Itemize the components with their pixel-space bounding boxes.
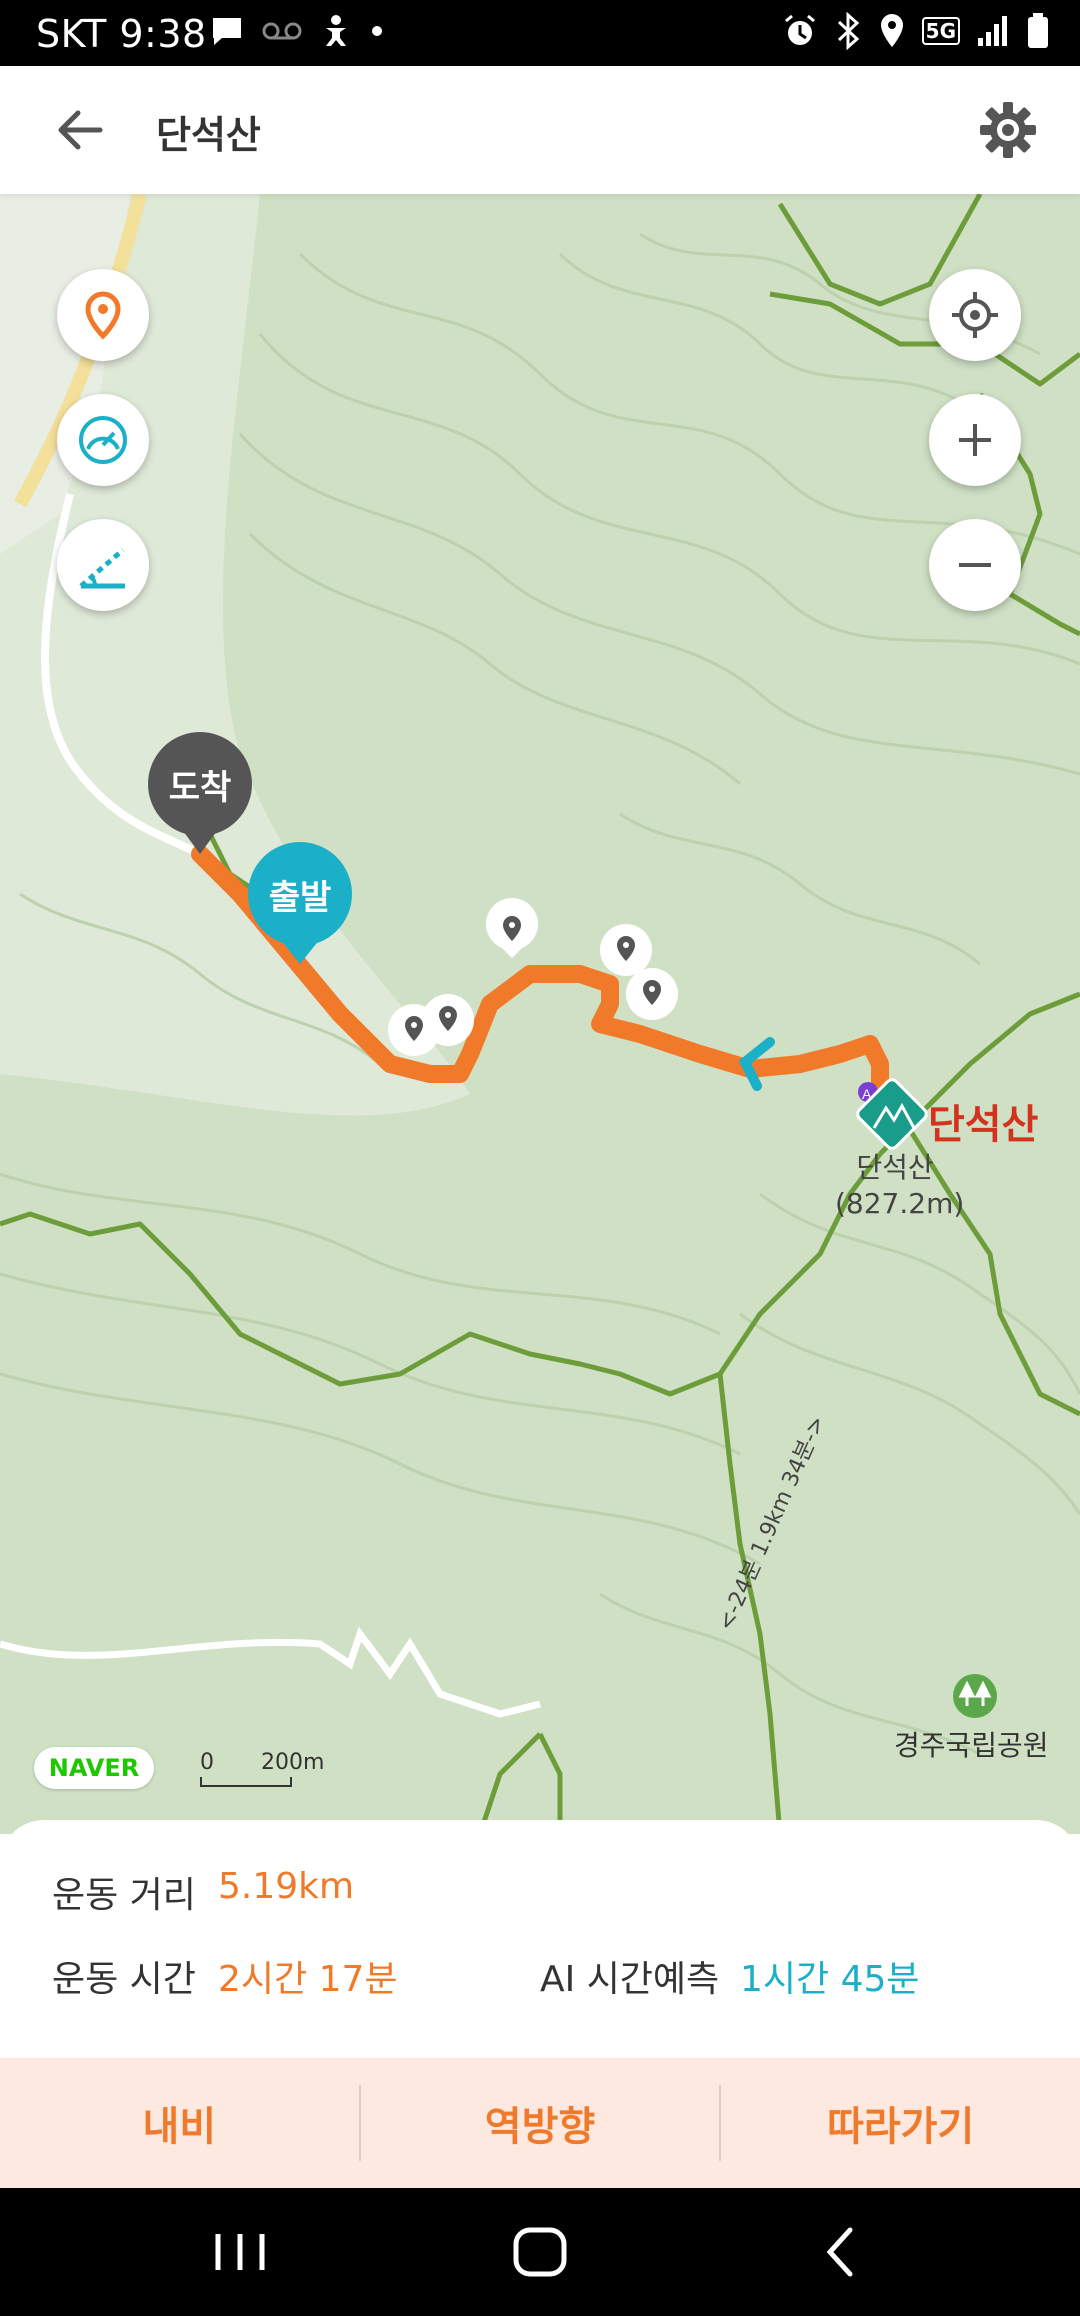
- gear-icon: [980, 102, 1036, 158]
- home-button[interactable]: [500, 2218, 580, 2286]
- 5g-icon: 5G: [921, 17, 960, 45]
- map-terrain: A: [0, 194, 1080, 1834]
- zoom-in-button[interactable]: [929, 394, 1021, 486]
- scale-zero: 0: [200, 1750, 214, 1775]
- time-value: 2시간 17분: [218, 1959, 398, 2000]
- settings-button[interactable]: [976, 98, 1040, 162]
- zoom-out-icon: [959, 563, 991, 567]
- peak-elevation: (827.2m): [835, 1187, 965, 1220]
- battery-icon: [1028, 13, 1048, 48]
- recents-icon: [215, 2234, 265, 2270]
- nav-back-button[interactable]: [800, 2218, 880, 2286]
- stats-panel: 운동 거리 5.19km 운동 시간 2시간 17분 AI 시간예측 1시간 4…: [0, 1820, 1080, 2060]
- dot-icon: [372, 26, 382, 36]
- zoom-in-icon: [959, 424, 991, 456]
- my-location-button[interactable]: [929, 269, 1021, 361]
- status-time: SKT 9:38: [36, 12, 207, 56]
- page-title: 단석산: [156, 113, 261, 157]
- arrival-pin[interactable]: 도착: [148, 760, 252, 809]
- naver-logo: NAVER: [34, 1747, 154, 1789]
- park-name: 경주국립공원: [894, 1729, 1049, 1762]
- ai-estimate-label: AI 시간예측: [540, 1959, 720, 2000]
- message-icon: [213, 18, 241, 45]
- accessibility-icon: [326, 15, 346, 46]
- location-button[interactable]: [57, 269, 149, 361]
- distance-value: 5.19km: [218, 1866, 355, 1907]
- system-nav-bar: [0, 2188, 1080, 2316]
- home-icon: [513, 2227, 567, 2277]
- reverse-button[interactable]: 역방향: [361, 2058, 720, 2188]
- scale-bar: [200, 1777, 292, 1787]
- scale-distance: 200m: [261, 1750, 325, 1775]
- my-location-icon: [952, 292, 998, 338]
- voicemail-icon: [262, 22, 302, 40]
- location-pin-icon: [85, 291, 121, 340]
- back-button[interactable]: [50, 100, 130, 160]
- departure-pin[interactable]: 출발: [248, 870, 352, 919]
- action-bar: 내비 역방향 따라가기: [0, 2058, 1080, 2188]
- navi-button[interactable]: 내비: [0, 2058, 359, 2188]
- zoom-out-button[interactable]: [929, 519, 1021, 611]
- status-bar: SKT 9:38 5G: [0, 0, 1080, 66]
- follow-button[interactable]: 따라가기: [721, 2058, 1080, 2188]
- peak-label: 단석산 (827.2m): [835, 1150, 965, 1222]
- time-label: 운동 시간: [52, 1959, 196, 2000]
- bluetooth-icon: [837, 12, 859, 50]
- signal-icon: [978, 16, 1007, 46]
- back-icon: [826, 2227, 853, 2277]
- map-view[interactable]: A 도착 출발 단석산 단석산 (827.2m) <-24분 1.9km 34분…: [0, 194, 1080, 1834]
- ai-estimate-value: 1시간 45분: [740, 1959, 920, 2000]
- slope-button[interactable]: [57, 519, 149, 611]
- slope-icon: [79, 548, 125, 589]
- app-bar: 단석산: [0, 66, 1080, 194]
- map-scale: 0 200m: [200, 1750, 324, 1787]
- speedometer-icon: [79, 416, 127, 464]
- speed-button[interactable]: [57, 394, 149, 486]
- arrow-left-icon: [58, 110, 103, 150]
- recents-button[interactable]: [200, 2218, 280, 2286]
- peak-name: 단석산: [928, 1102, 1039, 1148]
- location-icon: [880, 14, 903, 47]
- peak-sub-name: 단석산: [856, 1151, 934, 1184]
- alarm-icon: [784, 14, 815, 45]
- distance-label: 운동 거리: [52, 1875, 196, 1916]
